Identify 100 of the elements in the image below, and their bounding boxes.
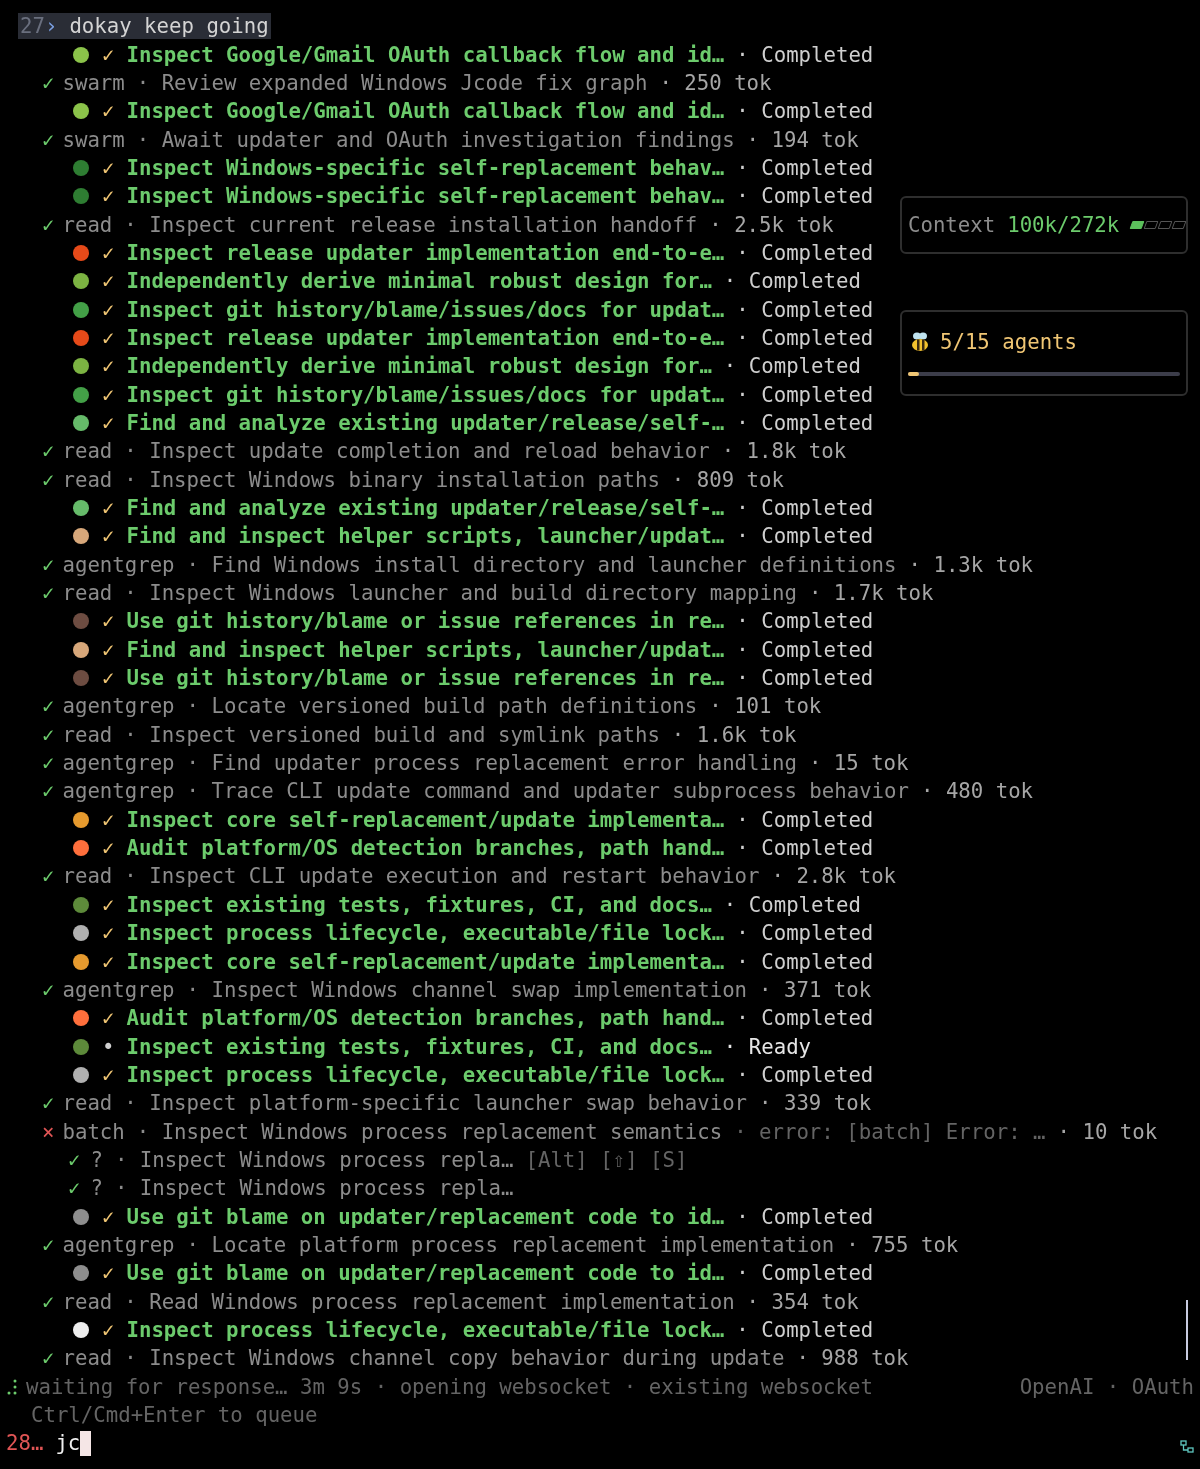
tool-name: read [62,439,113,464]
tool-name: agentgrep [62,694,175,719]
agent-task-title: Find and analyze existing updater/release/self-… [126,411,725,435]
token-count: · 339 tok [759,1091,872,1116]
token-count: · 2.8k tok [771,864,897,889]
agent-status: · Completed [736,382,874,407]
agent-task-title: Inspect process lifecycle, executable/file lock… [126,1062,725,1087]
queue-hint: Ctrl/Cmd+Enter to queue [31,1403,318,1427]
tool-name: read [62,1091,113,1116]
status-mark: ✓ [102,184,115,209]
agent-status: · Completed [736,155,874,180]
tool-description: · Locate platform process replacement implementation [186,1232,835,1257]
status-mark: ✓ [102,155,115,180]
status-mark: ✓ [42,127,55,152]
agent-task-title: Inspect core self-replacement/update implementa… [126,807,725,832]
status-text: waiting for response… 3m 9s · opening websocket · existing websocket [26,1374,873,1399]
prompt-number: 28… [6,1431,44,1456]
agent-task-title: Inspect Google/Gmail OAuth callback flow and id… [126,99,725,124]
agent-task-title: Inspect process lifecycle, executable/file lock… [126,921,725,946]
context-label: Context [908,213,996,237]
tool-description: · Inspect Windows channel swap implementation [186,977,748,1002]
agent-task-title: Inspect Windows-specific self-replacement behav… [126,184,725,209]
subtask-tool: ? [90,1176,103,1201]
status-mark: ✓ [102,269,115,294]
network-icon [1180,1440,1194,1454]
scrollbar [1186,1300,1188,1360]
status-mark: ✓ [102,1062,115,1087]
tool-description: · Find updater process replacement error handling [186,751,797,776]
status-mark: ✓ [42,977,55,1002]
agent-status: · Completed [736,1261,874,1286]
tool-description: · Inspect Windows channel copy behavior during update [124,1346,785,1371]
tool-name: agentgrep [62,1232,175,1257]
agent-task-title: Inspect process lifecycle, executable/file lock… [126,1318,725,1342]
agent-task-title: Find and analyze existing updater/release/self-… [126,496,725,520]
tool-description: · Inspect versioned build and symlink paths [124,722,660,747]
status-mark: ✓ [102,524,115,549]
token-count: · 480 tok [920,779,1034,804]
status-mark: ✓ [102,637,115,662]
token-count: · 371 tok [759,977,872,1002]
status-mark: ✓ [102,1261,115,1286]
agent-task-title: Inspect Windows-specific self-replacement behav… [126,155,725,180]
agent-status: · Completed [723,354,861,379]
input-text[interactable]: jc [55,1431,81,1456]
status-mark: ✓ [42,1289,55,1314]
status-mark: ✓ [42,1232,55,1257]
status-mark: ✓ [42,1346,55,1371]
agent-status: · Completed [736,325,874,350]
agent-task-title: Inspect Google/Gmail OAuth callback flow and id… [126,42,725,67]
agent-status: · Completed [736,1318,874,1342]
agent-task-title: Inspect release updater implementation end-to-e… [126,240,725,265]
subtask-description: · Inspect Windows process repla… [114,1176,514,1201]
token-count: · 1.8k tok [721,439,847,464]
status-mark: ✓ [102,836,115,861]
agent-task-title: Inspect core self-replacement/update implementa… [126,949,725,974]
tool-name: read [62,722,113,747]
status-mark: ✓ [102,240,115,265]
tool-name: read [62,864,113,889]
tool-description: · Read Windows process replacement implementation [124,1289,735,1314]
tool-description: · Trace CLI update command and updater subprocess behavior [186,779,909,804]
status-mark: ✓ [102,892,115,917]
status-mark: ✓ [42,1091,55,1116]
agent-task-title: Independently derive minimal robust design for… [126,269,712,294]
status-mark: ✓ [102,354,115,379]
agent-status: · Completed [736,836,874,861]
agent-task-title: Find and inspect helper scripts, launcher/updat… [126,524,725,549]
token-count: · 755 tok [846,1232,959,1257]
agent-status: · Completed [736,240,874,265]
tool-description: · Inspect current release installation handoff [124,212,698,237]
tool-description: · Review expanded Windows Jcode fix graph [136,70,648,95]
tool-description: · Inspect Windows binary installation paths [124,467,660,492]
agent-status: · Completed [736,411,874,435]
tool-name: agentgrep [62,779,175,804]
token-count: · 250 tok [659,70,772,95]
agent-status: · Completed [736,297,874,322]
status-mark: ✓ [102,297,115,322]
status-mark: ✓ [102,99,115,124]
status-mark: ✓ [102,949,115,974]
status-mark: ✓ [42,581,55,606]
status-mark: ✓ [68,1147,81,1172]
status-mark: ✓ [102,496,115,520]
status-mark: • [102,1034,115,1059]
agent-task-title: Audit platform/OS detection branches, path hand… [126,836,725,861]
context-value: 100k/272k [1007,213,1120,237]
tool-name: batch [62,1119,125,1144]
agent-status: · Completed [736,609,874,634]
agent-status: · Completed [736,524,874,549]
status-mark: ✓ [102,1204,115,1229]
token-count: · 15 tok [808,751,909,776]
agent-status: · Completed [736,666,874,691]
status-mark: ✓ [102,807,115,832]
tool-description: · Find Windows install directory and launcher definitions [186,552,897,577]
status-mark: ✓ [42,212,55,237]
spinner-icon [6,1377,18,1396]
status-mark: ✓ [42,439,55,464]
agent-task-title: Find and inspect helper scripts, launcher/updat… [126,637,725,662]
agent-task-title: Inspect git history/blame/issues/docs for updat… [126,297,725,322]
tool-name: swarm [62,127,125,152]
agent-status: · Completed [736,1062,874,1087]
prompt-caret: › [44,14,58,39]
agent-status: · Completed [736,42,874,67]
